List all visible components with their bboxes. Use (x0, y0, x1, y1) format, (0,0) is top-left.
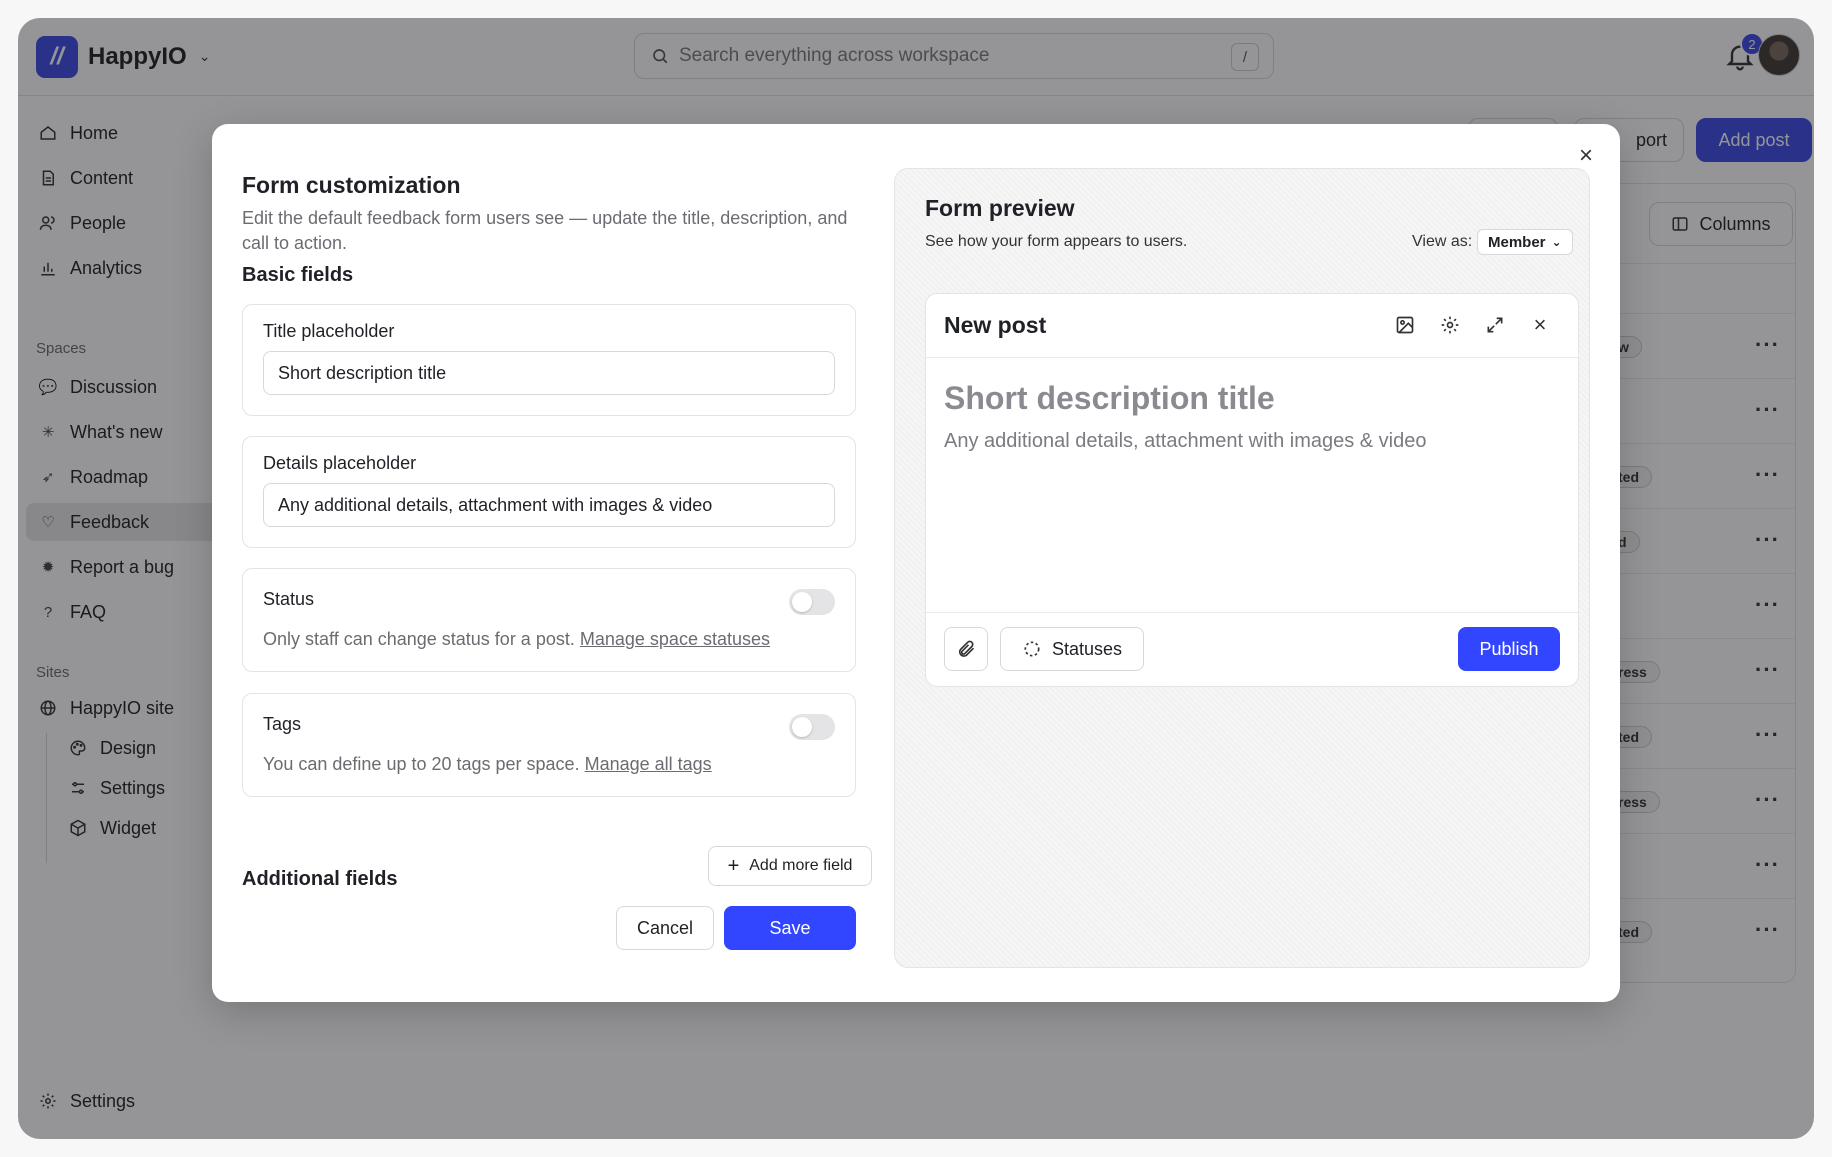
publish-label: Publish (1479, 638, 1539, 659)
cancel-button[interactable]: Cancel (616, 906, 714, 950)
save-button[interactable]: Save (724, 906, 856, 950)
plus-icon: + (727, 854, 740, 877)
gear-icon[interactable] (1437, 312, 1463, 338)
statuses-label: Statuses (1051, 638, 1123, 659)
statuses-button[interactable]: Statuses (1000, 627, 1144, 671)
chevron-down-icon: ⌄ (1551, 235, 1562, 249)
tags-field-card: Tags You can define up to 20 tags per sp… (242, 693, 856, 797)
status-help-text: Only staff can change status for a post. (263, 629, 575, 649)
basic-fields-heading: Basic fields (242, 264, 354, 286)
preview-subtitle: See how your form appears to users. (925, 233, 1188, 250)
save-label: Save (769, 917, 811, 938)
expand-icon[interactable] (1482, 312, 1508, 338)
title-placeholder-input[interactable]: Short description title (263, 351, 835, 395)
view-as-value: Member (1488, 233, 1546, 251)
status-toggle[interactable] (789, 589, 835, 615)
tags-help-text: You can define up to 20 tags per space. (263, 754, 580, 774)
title-placeholder-label: Title placeholder (263, 321, 395, 341)
view-as-label: View as: (1412, 233, 1473, 250)
paperclip-icon (958, 640, 975, 657)
publish-button[interactable]: Publish (1458, 627, 1560, 671)
status-dashed-circle-icon (1024, 641, 1040, 657)
post-card-title: New post (944, 312, 1047, 338)
close-icon[interactable]: × (1527, 312, 1553, 338)
post-card-header: New post × (926, 294, 1578, 358)
post-title-placeholder[interactable]: Short description title (944, 380, 1275, 417)
tags-toggle[interactable] (789, 714, 835, 740)
form-preview-panel: Form preview See how your form appears t… (894, 168, 1590, 968)
tags-help: You can define up to 20 tags per space. … (263, 754, 712, 775)
title-placeholder-card: Title placeholder Short description titl… (242, 304, 856, 416)
status-label: Status (263, 589, 315, 609)
status-help: Only staff can change status for a post.… (263, 629, 770, 650)
attach-button[interactable] (944, 627, 988, 671)
manage-space-statuses-link[interactable]: Manage space statuses (580, 629, 770, 649)
status-field-card: Status Only staff can change status for … (242, 568, 856, 672)
additional-fields-heading: Additional fields (242, 868, 398, 890)
details-placeholder-card: Details placeholder Any additional detai… (242, 436, 856, 548)
tags-label: Tags (263, 714, 302, 734)
app-window: // HappyIO ⌄ Search everything across wo… (18, 18, 1814, 1139)
post-body-placeholder[interactable]: Any additional details, attachment with … (944, 430, 1427, 453)
view-as-select[interactable]: Member ⌄ (1477, 229, 1573, 255)
add-more-field-label: Add more field (749, 857, 853, 874)
manage-all-tags-link[interactable]: Manage all tags (585, 754, 712, 774)
close-icon[interactable]: × (1572, 142, 1600, 170)
details-placeholder-label: Details placeholder (263, 453, 417, 473)
preview-title: Form preview (925, 195, 1075, 221)
cancel-label: Cancel (636, 917, 694, 938)
post-card-footer: Statuses Publish (926, 612, 1578, 686)
details-placeholder-input[interactable]: Any additional details, attachment with … (263, 483, 835, 527)
new-post-card: New post × Short description title Any a… (925, 293, 1579, 687)
add-more-field-button[interactable]: + Add more field (708, 846, 872, 886)
image-icon[interactable] (1392, 312, 1418, 338)
form-customization-modal: × Form customization Edit the default fe… (212, 124, 1620, 1002)
modal-title: Form customization (242, 172, 461, 198)
modal-description: Edit the default feedback form users see… (242, 208, 848, 253)
